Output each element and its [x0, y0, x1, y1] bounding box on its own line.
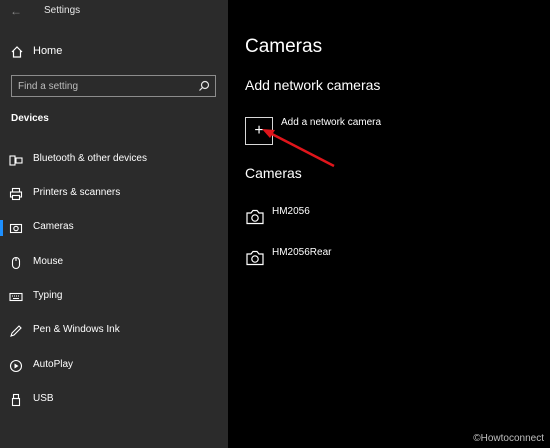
- sidebar-item-label: Pen & Windows Ink: [33, 324, 120, 335]
- camera-item[interactable]: HM2056Rear: [245, 247, 495, 271]
- title-bar: ← Settings: [0, 0, 228, 24]
- camera-icon: [245, 208, 265, 226]
- sidebar-item-label: Cameras: [33, 221, 74, 232]
- sidebar-item-autoplay[interactable]: AutoPlay: [0, 353, 228, 379]
- nav-home-label: Home: [33, 45, 63, 57]
- search-box[interactable]: [11, 75, 216, 97]
- main-content: Cameras Add network cameras + Add a netw…: [228, 0, 550, 448]
- camera-icon: [9, 221, 23, 235]
- search-icon[interactable]: [198, 80, 210, 92]
- camera-item[interactable]: HM2056: [245, 206, 495, 230]
- sidebar-item-cameras[interactable]: Cameras: [0, 215, 228, 241]
- autoplay-icon: [9, 359, 23, 373]
- sidebar-item-usb[interactable]: USB: [0, 387, 228, 413]
- section-heading-cameras: Cameras: [245, 165, 302, 181]
- back-arrow-icon[interactable]: ←: [6, 3, 26, 19]
- sidebar-item-label: Typing: [33, 290, 63, 301]
- sidebar-item-label: Bluetooth & other devices: [33, 153, 147, 164]
- sidebar-item-label: USB: [33, 393, 54, 404]
- mouse-icon: [9, 256, 23, 270]
- add-network-camera-label[interactable]: Add a network camera: [281, 117, 381, 128]
- add-network-camera-button[interactable]: +: [245, 117, 273, 145]
- sidebar-item-label: Printers & scanners: [33, 187, 121, 198]
- bluetooth-devices-icon: [9, 153, 23, 167]
- pen-icon: [9, 324, 23, 338]
- sidebar: ← Settings Home Devices Bluetooth & othe…: [0, 0, 228, 448]
- watermark: ©Howtoconnect: [473, 433, 544, 444]
- home-icon: [10, 45, 24, 59]
- page-title: Cameras: [245, 36, 323, 57]
- section-heading-devices: Devices: [11, 113, 49, 124]
- sidebar-item-label: AutoPlay: [33, 359, 74, 370]
- section-heading-add-network-cameras: Add network cameras: [245, 77, 381, 93]
- camera-name: HM2056: [272, 206, 310, 217]
- sidebar-item-mouse[interactable]: Mouse: [0, 250, 228, 276]
- nav-home[interactable]: Home: [0, 40, 228, 64]
- sidebar-item-bluetooth[interactable]: Bluetooth & other devices: [0, 147, 228, 173]
- sidebar-item-printers[interactable]: Printers & scanners: [0, 181, 228, 207]
- sidebar-item-label: Mouse: [33, 256, 64, 267]
- search-input[interactable]: [18, 78, 188, 94]
- keyboard-icon: [9, 290, 23, 304]
- camera-icon: [245, 249, 265, 267]
- app-title: Settings: [44, 5, 81, 16]
- camera-name: HM2056Rear: [272, 247, 332, 258]
- usb-icon: [9, 393, 23, 407]
- printer-icon: [9, 187, 23, 201]
- sidebar-item-pen[interactable]: Pen & Windows Ink: [0, 318, 228, 344]
- sidebar-item-typing[interactable]: Typing: [0, 284, 228, 310]
